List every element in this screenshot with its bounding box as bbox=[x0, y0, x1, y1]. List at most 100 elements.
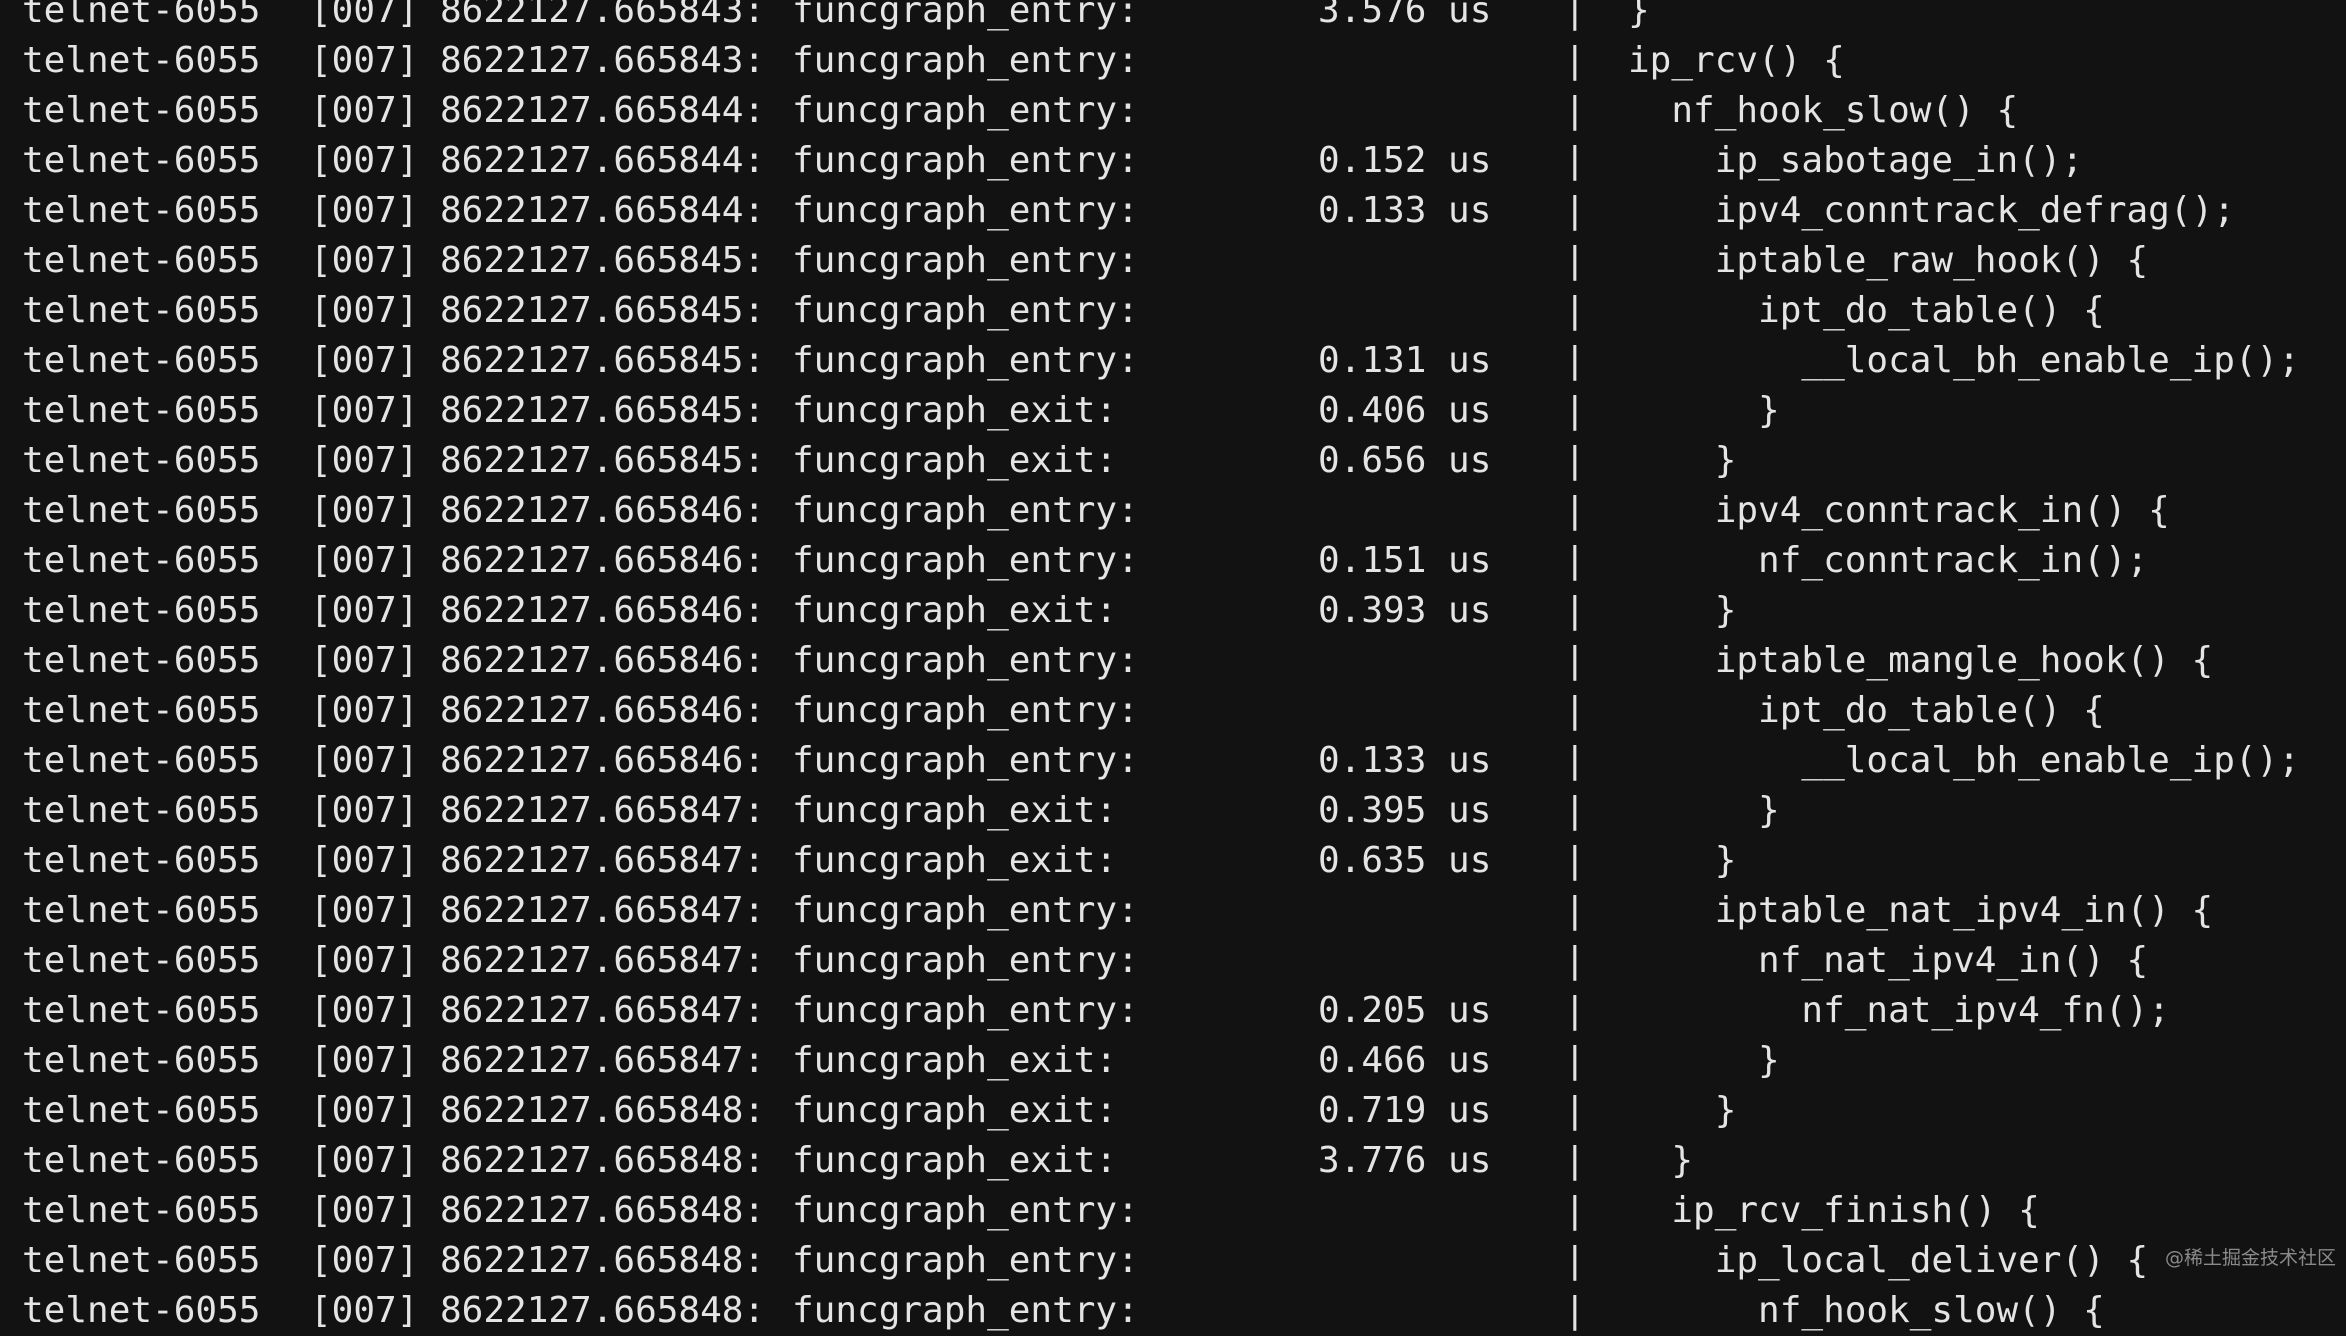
timestamp: 8622127.665845: bbox=[440, 340, 766, 381]
cpu-id: [007] bbox=[310, 1090, 419, 1131]
duration: 0.151 us bbox=[1318, 540, 1492, 581]
cpu-id: [007] bbox=[310, 940, 419, 981]
trace-line: telnet-6055 [007] 8622127.665843: funcgraph… bbox=[0, 0, 2346, 36]
trace-line: telnet-6055 [007] 8622127.665845: funcgraph… bbox=[0, 436, 2346, 486]
timestamp: 8622127.665846: bbox=[440, 690, 766, 731]
timestamp: 8622127.665847: bbox=[440, 1040, 766, 1081]
task-name: telnet-6055 bbox=[22, 1190, 261, 1231]
cpu-id: [007] bbox=[310, 540, 419, 581]
task-name: telnet-6055 bbox=[22, 340, 261, 381]
timestamp: 8622127.665845: bbox=[440, 440, 766, 481]
timestamp: 8622127.665848: bbox=[440, 1190, 766, 1231]
duration: 0.152 us bbox=[1318, 140, 1492, 181]
task-name: telnet-6055 bbox=[22, 1040, 261, 1081]
function-name: } bbox=[1628, 0, 1650, 31]
cpu-id: [007] bbox=[310, 40, 419, 81]
event-type: funcgraph_exit: bbox=[792, 390, 1118, 431]
cpu-id: [007] bbox=[310, 290, 419, 331]
function-name: ip_rcv() { bbox=[1628, 40, 1845, 81]
event-type: funcgraph_exit: bbox=[792, 840, 1118, 881]
cpu-id: [007] bbox=[310, 990, 419, 1031]
duration: 0.131 us bbox=[1318, 340, 1492, 381]
separator: | bbox=[1564, 90, 1586, 131]
function-name: } bbox=[1628, 390, 1780, 431]
timestamp: 8622127.665847: bbox=[440, 940, 766, 981]
function-name: } bbox=[1628, 1040, 1780, 1081]
separator: | bbox=[1564, 1240, 1586, 1281]
event-type: funcgraph_exit: bbox=[792, 1140, 1118, 1181]
separator: | bbox=[1564, 40, 1586, 81]
task-name: telnet-6055 bbox=[22, 590, 261, 631]
timestamp: 8622127.665844: bbox=[440, 140, 766, 181]
function-name: ip_local_deliver() { bbox=[1628, 1240, 2149, 1281]
separator: | bbox=[1564, 1090, 1586, 1131]
task-name: telnet-6055 bbox=[22, 640, 261, 681]
task-name: telnet-6055 bbox=[22, 540, 261, 581]
trace-line: telnet-6055 [007] 8622127.665845: funcgraph… bbox=[0, 236, 2346, 286]
event-type: funcgraph_entry: bbox=[792, 890, 1139, 931]
trace-line: telnet-6055 [007] 8622127.665847: funcgraph… bbox=[0, 986, 2346, 1036]
separator: | bbox=[1564, 490, 1586, 531]
event-type: funcgraph_entry: bbox=[792, 190, 1139, 231]
event-type: funcgraph_entry: bbox=[792, 690, 1139, 731]
trace-line: telnet-6055 [007] 8622127.665846: funcgraph… bbox=[0, 686, 2346, 736]
cpu-id: [007] bbox=[310, 890, 419, 931]
watermark: @稀土掘金技术社区 bbox=[2164, 1247, 2336, 1269]
separator: | bbox=[1564, 1290, 1586, 1331]
event-type: funcgraph_entry: bbox=[792, 290, 1139, 331]
event-type: funcgraph_entry: bbox=[792, 490, 1139, 531]
task-name: telnet-6055 bbox=[22, 990, 261, 1031]
task-name: telnet-6055 bbox=[22, 190, 261, 231]
trace-line: telnet-6055 [007] 8622127.665848: funcgraph… bbox=[0, 1086, 2346, 1136]
separator: | bbox=[1564, 1040, 1586, 1081]
trace-line: telnet-6055 [007] 8622127.665846: funcgraph… bbox=[0, 586, 2346, 636]
cpu-id: [007] bbox=[310, 140, 419, 181]
event-type: funcgraph_entry: bbox=[792, 640, 1139, 681]
task-name: telnet-6055 bbox=[22, 440, 261, 481]
event-type: funcgraph_entry: bbox=[792, 340, 1139, 381]
trace-line: telnet-6055 [007] 8622127.665846: funcgraph… bbox=[0, 486, 2346, 536]
separator: | bbox=[1564, 890, 1586, 931]
task-name: telnet-6055 bbox=[22, 1290, 261, 1331]
function-name: } bbox=[1628, 440, 1737, 481]
timestamp: 8622127.665848: bbox=[440, 1090, 766, 1131]
cpu-id: [007] bbox=[310, 690, 419, 731]
trace-line: telnet-6055 [007] 8622127.665846: funcgraph… bbox=[0, 736, 2346, 786]
function-name: } bbox=[1628, 840, 1737, 881]
trace-line: telnet-6055 [007] 8622127.665847: funcgraph… bbox=[0, 936, 2346, 986]
task-name: telnet-6055 bbox=[22, 740, 261, 781]
event-type: funcgraph_entry: bbox=[792, 1240, 1139, 1281]
timestamp: 8622127.665848: bbox=[440, 1240, 766, 1281]
function-name: } bbox=[1628, 790, 1780, 831]
cpu-id: [007] bbox=[310, 190, 419, 231]
duration: 0.656 us bbox=[1318, 440, 1492, 481]
duration: 0.466 us bbox=[1318, 1040, 1492, 1081]
event-type: funcgraph_entry: bbox=[792, 940, 1139, 981]
task-name: telnet-6055 bbox=[22, 690, 261, 731]
cpu-id: [007] bbox=[310, 1040, 419, 1081]
trace-line: telnet-6055 [007] 8622127.665847: funcgraph… bbox=[0, 836, 2346, 886]
timestamp: 8622127.665843: bbox=[440, 40, 766, 81]
trace-line: telnet-6055 [007] 8622127.665847: funcgraph… bbox=[0, 1036, 2346, 1086]
task-name: telnet-6055 bbox=[22, 240, 261, 281]
separator: | bbox=[1564, 940, 1586, 981]
event-type: funcgraph_exit: bbox=[792, 440, 1118, 481]
task-name: telnet-6055 bbox=[22, 890, 261, 931]
function-name: __local_bh_enable_ip(); bbox=[1628, 740, 2300, 781]
task-name: telnet-6055 bbox=[22, 140, 261, 181]
task-name: telnet-6055 bbox=[22, 840, 261, 881]
timestamp: 8622127.665846: bbox=[440, 640, 766, 681]
terminal-output: telnet-6055 [007] 8622127.665843: funcgraph… bbox=[0, 0, 2346, 1331]
trace-line: telnet-6055 [007] 8622127.665845: funcgraph… bbox=[0, 336, 2346, 386]
function-name: } bbox=[1628, 1140, 1694, 1181]
trace-line: telnet-6055 [007] 8622127.665845: funcgraph… bbox=[0, 386, 2346, 436]
task-name: telnet-6055 bbox=[22, 90, 261, 131]
timestamp: 8622127.665844: bbox=[440, 90, 766, 131]
function-name: __local_bh_enable_ip(); bbox=[1628, 340, 2300, 381]
cpu-id: [007] bbox=[310, 1190, 419, 1231]
function-name: nf_conntrack_in(); bbox=[1628, 540, 2149, 581]
function-name: ip_sabotage_in(); bbox=[1628, 140, 2084, 181]
cpu-id: [007] bbox=[310, 840, 419, 881]
task-name: telnet-6055 bbox=[22, 1240, 261, 1281]
function-name: nf_nat_ipv4_fn(); bbox=[1628, 990, 2170, 1031]
